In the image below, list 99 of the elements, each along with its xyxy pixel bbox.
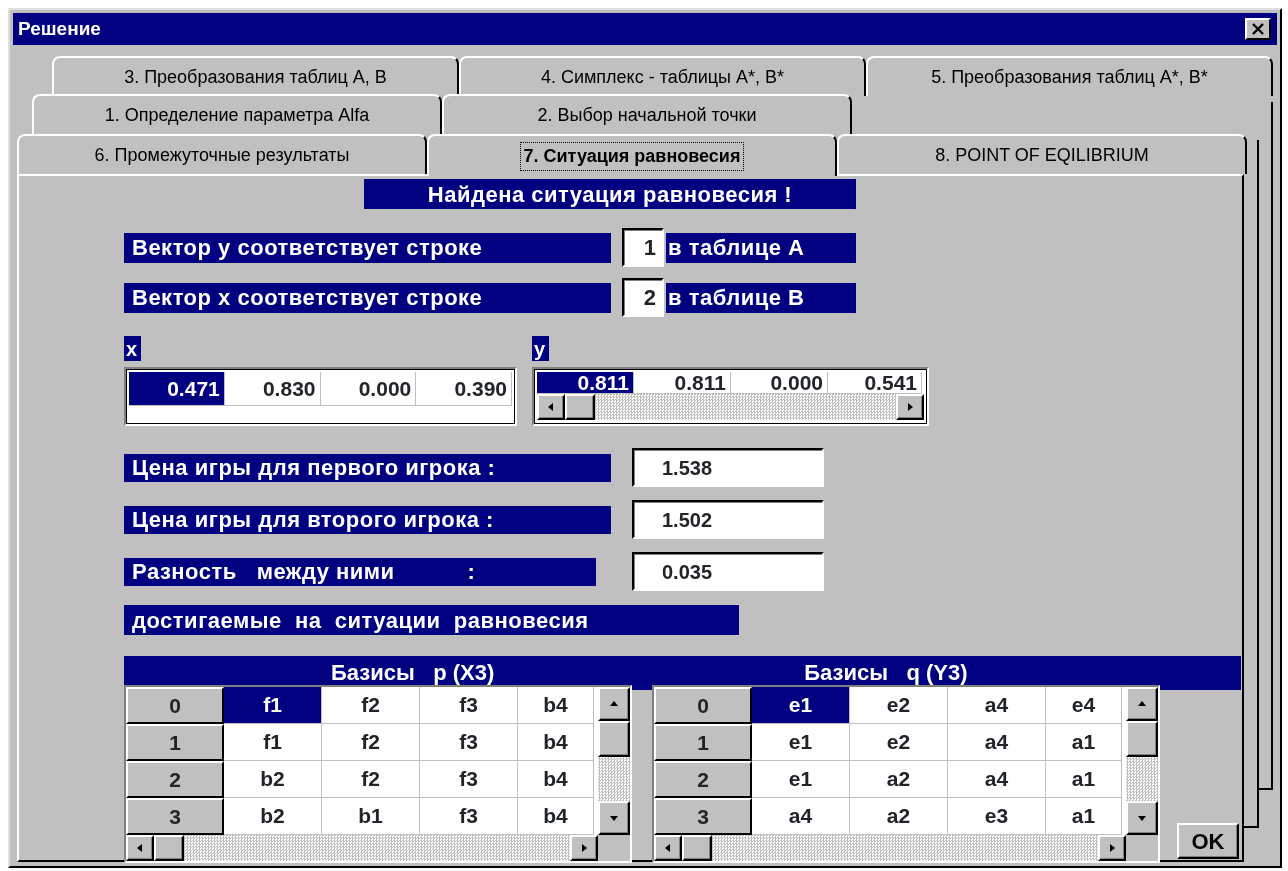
- scroll-left-button[interactable]: [654, 835, 682, 861]
- horizontal-scrollbar[interactable]: [126, 835, 598, 861]
- grid-cell[interactable]: 0.390: [416, 372, 512, 406]
- right-arrow-icon: [579, 843, 589, 853]
- row-header[interactable]: 2: [654, 761, 752, 798]
- scroll-thumb[interactable]: [598, 721, 630, 757]
- up-arrow-icon: [1137, 699, 1147, 709]
- down-arrow-icon: [1137, 813, 1147, 823]
- table-cell[interactable]: b2: [224, 761, 322, 798]
- scroll-thumb[interactable]: [565, 394, 595, 420]
- tab[interactable]: 6. Промежуточные результаты: [17, 134, 427, 174]
- table-cell[interactable]: f3: [420, 761, 518, 798]
- table-title: Базисы p (X3): [331, 659, 495, 687]
- row-header[interactable]: 3: [126, 798, 224, 835]
- tab[interactable]: 2. Выбор начальной точки: [442, 94, 852, 134]
- scroll-up-button[interactable]: [598, 687, 630, 721]
- tab[interactable]: 8. POINT OF EQILIBRIUM: [837, 134, 1247, 174]
- number-field[interactable]: 2: [622, 278, 664, 317]
- table-cell[interactable]: f3: [420, 724, 518, 761]
- table-cell[interactable]: e1: [752, 761, 850, 798]
- table-cell[interactable]: a4: [948, 687, 1046, 724]
- close-button[interactable]: [1245, 18, 1271, 40]
- table-title: Базисы q (Y3): [804, 659, 968, 687]
- table-cell[interactable]: a4: [948, 724, 1046, 761]
- window-title: Решение: [18, 16, 101, 41]
- tab[interactable]: 5. Преобразования таблиц А*, В*: [866, 56, 1273, 96]
- scroll-thumb[interactable]: [154, 835, 184, 861]
- left-arrow-icon: [135, 843, 145, 853]
- row-label: Вектор y соответствует строке: [124, 232, 611, 263]
- row-label: в таблице В: [666, 282, 856, 313]
- table-cell[interactable]: f2: [322, 724, 420, 761]
- scroll-right-button[interactable]: [1098, 835, 1126, 861]
- table-cell[interactable]: f2: [322, 687, 420, 724]
- scroll-down-button[interactable]: [598, 801, 630, 835]
- row-header[interactable]: 1: [126, 724, 224, 761]
- row-label: Разность между ними :: [124, 557, 596, 586]
- note-label: достигаемые на ситуации равновесия: [124, 605, 739, 635]
- row-header[interactable]: 0: [654, 687, 752, 724]
- table-cell[interactable]: b4: [518, 761, 594, 798]
- row-header[interactable]: 2: [126, 761, 224, 798]
- scroll-thumb[interactable]: [1126, 721, 1158, 757]
- vertical-scrollbar[interactable]: [598, 687, 630, 835]
- row-label: Цена игры для первого игрока :: [124, 453, 611, 482]
- banner-heading: Найдена ситуация равновесия !: [364, 179, 856, 209]
- table-cell[interactable]: f1: [224, 724, 322, 761]
- table-cell[interactable]: e1: [752, 724, 850, 761]
- value-field[interactable]: 0.035: [632, 552, 824, 591]
- grid-cell[interactable]: 0.000: [320, 372, 417, 406]
- tab[interactable]: 4. Симплекс - таблицы А*, В*: [459, 56, 866, 96]
- table-cell[interactable]: a1: [1046, 761, 1122, 798]
- grid-cell[interactable]: 0.811: [537, 372, 634, 394]
- grid-cell[interactable]: 0.471: [129, 372, 225, 406]
- right-arrow-icon: [1107, 843, 1117, 853]
- table-cell[interactable]: b4: [518, 724, 594, 761]
- table-cell[interactable]: a2: [850, 761, 948, 798]
- number-field[interactable]: 1: [622, 228, 664, 267]
- table-cell[interactable]: a1: [1046, 724, 1122, 761]
- row-label: Цена игры для второго игрока :: [124, 505, 611, 534]
- scroll-right-button[interactable]: [570, 835, 598, 861]
- up-arrow-icon: [609, 699, 619, 709]
- row-header[interactable]: 0: [126, 687, 224, 724]
- table-cell[interactable]: f3: [420, 687, 518, 724]
- value-field[interactable]: 1.538: [632, 448, 824, 487]
- table-cell[interactable]: b4: [518, 687, 594, 724]
- horizontal-scrollbar[interactable]: [537, 394, 924, 420]
- row-label: в таблице А: [666, 232, 856, 263]
- scrollbar-corner: [598, 835, 630, 861]
- table-cell[interactable]: a4: [948, 761, 1046, 798]
- right-arrow-icon: [905, 402, 915, 412]
- close-icon: [1251, 23, 1265, 35]
- scroll-right-button[interactable]: [896, 394, 924, 420]
- value-field[interactable]: 1.502: [632, 500, 824, 539]
- scroll-up-button[interactable]: [1126, 687, 1158, 721]
- row-header[interactable]: 1: [654, 724, 752, 761]
- down-arrow-icon: [609, 813, 619, 823]
- scrollbar-corner: [1126, 835, 1158, 861]
- table-cell[interactable]: e1: [752, 687, 850, 724]
- vertical-scrollbar[interactable]: [1126, 687, 1158, 835]
- tab[interactable]: 3. Преобразования таблиц А, В: [52, 56, 459, 96]
- grid-cell[interactable]: 0.830: [224, 372, 321, 406]
- table-cell[interactable]: e2: [850, 687, 948, 724]
- table-cell[interactable]: e2: [850, 724, 948, 761]
- left-arrow-icon: [663, 843, 673, 853]
- ok-button[interactable]: OK: [1177, 823, 1239, 859]
- table-cell[interactable]: f1: [224, 687, 322, 724]
- scroll-left-button[interactable]: [537, 394, 565, 420]
- vector-label: y: [532, 336, 549, 361]
- table-cell[interactable]: e4: [1046, 687, 1122, 724]
- scroll-down-button[interactable]: [1126, 801, 1158, 835]
- vector-label: x: [124, 336, 141, 361]
- horizontal-scrollbar[interactable]: [654, 835, 1126, 861]
- row-header[interactable]: 3: [654, 798, 752, 835]
- row-label: Вектор x соответствует строке: [124, 282, 611, 313]
- scroll-left-button[interactable]: [126, 835, 154, 861]
- tab[interactable]: 1. Определение параметра Alfa: [32, 94, 442, 134]
- tab[interactable]: 7. Ситуация равновесия: [427, 134, 837, 176]
- scroll-thumb[interactable]: [682, 835, 712, 861]
- table-cell[interactable]: f2: [322, 761, 420, 798]
- left-arrow-icon: [546, 402, 556, 412]
